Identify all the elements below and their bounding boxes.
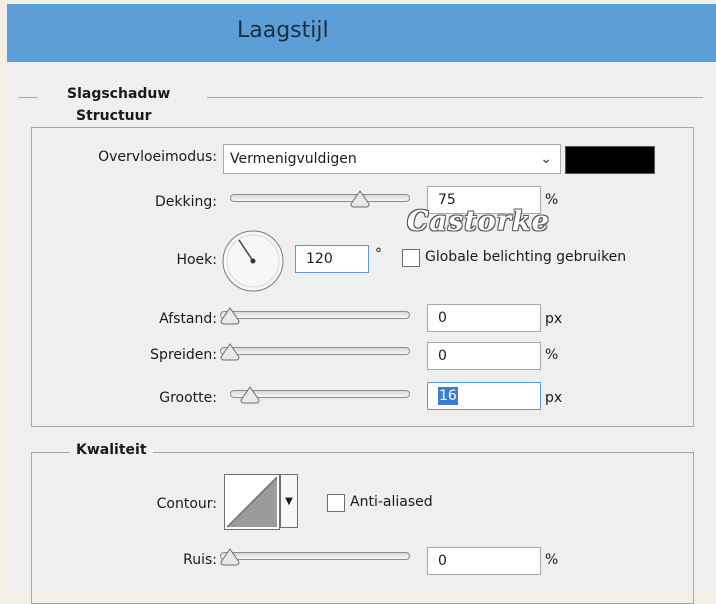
spread-input[interactable]: 0 [427, 342, 541, 370]
angle-dial[interactable] [221, 229, 285, 293]
spread-label: Spreiden: [150, 347, 217, 363]
blend-mode-value: Vermenigvuldigen [230, 151, 357, 167]
opacity-label: Dekking: [155, 194, 217, 210]
contour-preview[interactable] [224, 474, 280, 530]
title-bar[interactable]: Laagstijl [7, 4, 716, 62]
chevron-down-icon: ⌄ [540, 151, 552, 167]
section-divider [19, 97, 37, 98]
contour-label: Contour: [156, 496, 217, 512]
distance-slider[interactable] [220, 307, 410, 325]
spread-slider-thumb[interactable] [220, 343, 240, 361]
section-title: Slagschaduw [61, 86, 177, 102]
size-input-selection: 16 [438, 387, 458, 405]
noise-label: Ruis: [183, 552, 217, 568]
distance-slider-track [220, 311, 410, 319]
noise-slider[interactable] [220, 548, 410, 566]
angle-unit: ° [375, 246, 382, 262]
watermark-text: Castorke [407, 206, 550, 237]
distance-slider-thumb[interactable] [220, 307, 240, 325]
shadow-color-swatch[interactable] [565, 146, 655, 174]
noise-slider-track [220, 552, 410, 560]
anti-aliased-checkbox[interactable] [327, 494, 345, 512]
structure-title: Structuur [70, 108, 158, 124]
anti-aliased-label[interactable]: Anti-aliased [350, 494, 433, 510]
distance-unit: px [545, 311, 563, 327]
spread-slider[interactable] [220, 343, 410, 361]
quality-title: Kwaliteit [70, 442, 153, 458]
opacity-slider[interactable] [230, 190, 410, 208]
distance-label: Afstand: [159, 311, 217, 327]
size-slider-thumb[interactable] [240, 386, 260, 404]
noise-unit: % [545, 552, 559, 568]
spread-slider-track [220, 347, 410, 355]
angle-input[interactable]: 120 [295, 245, 369, 273]
opacity-slider-thumb[interactable] [350, 190, 370, 208]
spread-unit: % [545, 347, 559, 363]
quality-group [31, 452, 694, 604]
layer-style-panel: Slagschaduw Structuur Overvloeimodus: Ve… [7, 62, 716, 604]
dialog-title: Laagstijl [237, 18, 329, 43]
section-divider-right [207, 97, 703, 98]
blend-mode-label: Overvloeimodus: [98, 149, 217, 165]
angle-label: Hoek: [176, 252, 217, 268]
global-light-label[interactable]: Globale belichting gebruiken [425, 249, 626, 265]
global-light-checkbox[interactable] [402, 249, 420, 267]
size-unit: px [545, 390, 563, 406]
size-slider[interactable] [230, 386, 410, 404]
opacity-slider-track [230, 194, 410, 202]
distance-input[interactable]: 0 [427, 304, 541, 332]
noise-input[interactable]: 0 [427, 547, 541, 575]
noise-slider-thumb[interactable] [220, 548, 240, 566]
contour-dropdown-button[interactable]: ▼ [280, 474, 298, 528]
caret-down-icon: ▼ [285, 496, 293, 507]
size-input[interactable]: 16 [427, 382, 541, 410]
size-label: Grootte: [159, 390, 217, 406]
blend-mode-select[interactable]: Vermenigvuldigen ⌄ [223, 144, 561, 174]
